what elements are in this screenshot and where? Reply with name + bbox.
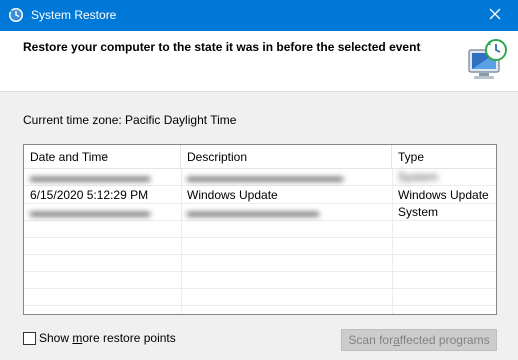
sort-arrow-icon: ▽ (101, 152, 108, 161)
cell-description-redacted: ▬▬▬▬▬▬▬▬▬▬▬ (187, 205, 319, 219)
close-icon (489, 8, 501, 23)
title-bar: System Restore (0, 0, 518, 31)
show-more-label-accel: m (72, 331, 83, 345)
column-date-time-label: Date and Time (30, 150, 109, 164)
empty-row (24, 289, 496, 306)
empty-row (24, 238, 496, 255)
cell-description: Windows Update (187, 188, 278, 202)
show-more-checkbox[interactable] (23, 331, 36, 345)
close-button[interactable] (472, 0, 518, 31)
table-row[interactable]: 6/15/2020 5:12:29 PM Windows Update Wind… (24, 187, 496, 204)
cell-type: System (398, 170, 439, 184)
column-description[interactable]: Description (181, 145, 392, 169)
list-header: ▽ Date and Time Description Type (24, 145, 496, 169)
system-restore-small-icon (8, 7, 24, 23)
table-row[interactable]: ▬▬▬▬▬▬▬▬▬▬ ▬▬▬▬▬▬▬▬▬▬▬▬▬ System (24, 169, 496, 186)
show-more-label[interactable]: Show more restore points (39, 331, 176, 345)
system-restore-icon (463, 36, 511, 84)
show-more-label-pre: Show (39, 331, 73, 345)
header-panel: Restore your computer to the state it wa… (0, 31, 518, 92)
show-more-label-post: ore restore points (82, 331, 176, 345)
cell-type: System (398, 205, 439, 219)
scan-affected-programs-button[interactable]: Scan for a ffected programs (341, 329, 497, 351)
restore-points-list[interactable]: ▽ Date and Time Description Type ▬▬▬▬▬▬▬… (23, 144, 497, 315)
table-row[interactable]: ▬▬▬▬▬▬▬▬▬▬ ▬▬▬▬▬▬▬▬▬▬▬ System (24, 204, 496, 221)
header-title: Restore your computer to the state it wa… (23, 40, 421, 54)
scan-label-post: ffected programs (399, 333, 490, 347)
column-type[interactable]: Type (392, 145, 496, 169)
column-date-time[interactable]: ▽ Date and Time (24, 145, 181, 169)
cell-date: 6/15/2020 5:12:29 PM (30, 188, 149, 202)
show-more-restore-points[interactable]: Show more restore points (23, 331, 176, 345)
scan-label-accel: a (393, 333, 400, 347)
empty-row (24, 221, 496, 238)
cell-description-redacted: ▬▬▬▬▬▬▬▬▬▬▬▬▬ (187, 170, 343, 184)
empty-row (24, 255, 496, 272)
cell-type: Windows Update (398, 188, 489, 202)
window-title: System Restore (31, 8, 117, 22)
cell-date-redacted: ▬▬▬▬▬▬▬▬▬▬ (30, 205, 150, 219)
column-type-label: Type (398, 150, 425, 164)
cell-date-redacted: ▬▬▬▬▬▬▬▬▬▬ (30, 170, 150, 184)
column-description-label: Description (187, 150, 248, 164)
timezone-label: Current time zone: Pacific Daylight Time (23, 113, 237, 127)
scan-label-pre: Scan for (348, 333, 394, 347)
empty-row (24, 272, 496, 289)
